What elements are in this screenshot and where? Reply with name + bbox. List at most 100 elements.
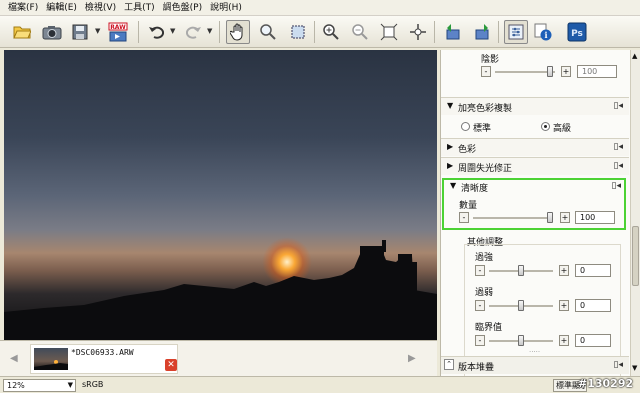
- shadow-minus-button[interactable]: -: [481, 66, 491, 77]
- overshoot-plus-button[interactable]: +: [559, 265, 569, 276]
- rotate-left-icon: [446, 24, 460, 40]
- scroll-down-icon[interactable]: ▼: [632, 364, 637, 372]
- city-skyline: [4, 240, 437, 340]
- thumbnail-item[interactable]: *DSC06933.ARW ✕: [30, 344, 178, 374]
- image-viewer[interactable]: [4, 50, 437, 340]
- amount-slider[interactable]: - +: [459, 212, 571, 224]
- amount-value-field[interactable]: 100: [575, 211, 615, 224]
- select-tool-button[interactable]: [286, 20, 310, 44]
- shadow-plus-button[interactable]: +: [561, 66, 571, 77]
- overshoot-minus-button[interactable]: -: [475, 265, 485, 276]
- zoom-out-button[interactable]: [348, 20, 372, 44]
- zoom-in-icon: [323, 24, 339, 40]
- save-dropdown-icon[interactable]: ▼: [95, 27, 101, 35]
- section-version-stack[interactable]: ⌃ 版本堆疊 ▯◂: [441, 356, 629, 374]
- zoom-in-button[interactable]: [319, 20, 343, 44]
- overshoot-slider[interactable]: - +: [475, 265, 575, 277]
- radio-standard[interactable]: [461, 122, 470, 131]
- move-icon: [410, 24, 426, 40]
- filmstrip-prev-icon[interactable]: ◀: [10, 353, 18, 364]
- post-id-watermark: #130292: [578, 377, 634, 390]
- threshold-plus-button[interactable]: +: [559, 335, 569, 346]
- svg-text:i: i: [544, 30, 547, 40]
- menu-view[interactable]: 檢視(V): [81, 0, 120, 16]
- shadow-slider[interactable]: - +: [481, 66, 573, 78]
- pin-icon[interactable]: ▯◂: [614, 360, 623, 370]
- redo-dropdown-icon[interactable]: ▼: [207, 27, 213, 35]
- filmstrip-next-icon[interactable]: ▶: [408, 353, 416, 364]
- amount-minus-button[interactable]: -: [459, 212, 469, 223]
- scroll-up-icon[interactable]: ▲: [632, 52, 637, 60]
- expand-icon: ▶: [447, 142, 454, 151]
- threshold-handle[interactable]: [518, 335, 524, 346]
- threshold-slider[interactable]: - +: [475, 335, 575, 347]
- rotate-right-button[interactable]: [470, 20, 494, 44]
- menu-palette[interactable]: 調色盤(P): [159, 0, 206, 16]
- pin-icon[interactable]: ▯◂: [614, 161, 623, 171]
- pin-icon[interactable]: ▯◂: [614, 101, 623, 111]
- adjust-button[interactable]: [504, 20, 528, 44]
- pin-icon[interactable]: ▯◂: [614, 142, 623, 152]
- undershoot-plus-button[interactable]: +: [559, 300, 569, 311]
- rotate-left-button[interactable]: [441, 20, 465, 44]
- info-button[interactable]: i: [531, 20, 555, 44]
- amount-track[interactable]: [473, 217, 553, 219]
- overshoot-label: 過強: [475, 253, 494, 263]
- raw-label: RAW: [110, 24, 126, 31]
- section-title: 加亮色彩複製: [458, 104, 513, 114]
- amount-handle[interactable]: [547, 212, 553, 223]
- zoom-select[interactable]: 12% ▼: [3, 379, 76, 392]
- move-button[interactable]: [406, 20, 430, 44]
- photoshop-icon: Ps: [567, 22, 587, 42]
- section-color[interactable]: ▶ 色彩 ▯◂: [441, 138, 629, 156]
- overshoot-handle[interactable]: [518, 265, 524, 276]
- scroll-thumb[interactable]: [632, 226, 639, 286]
- panel-scrollbar[interactable]: ▲ ▼: [630, 50, 640, 376]
- panel-resize-grip[interactable]: ·····: [529, 348, 540, 356]
- overshoot-value-field[interactable]: 0: [575, 264, 611, 277]
- undershoot-minus-button[interactable]: -: [475, 300, 485, 311]
- menu-help[interactable]: 說明(H): [206, 0, 246, 16]
- undershoot-handle[interactable]: [518, 300, 524, 311]
- undo-dropdown-icon[interactable]: ▼: [170, 27, 176, 35]
- shadow-track[interactable]: [495, 71, 555, 73]
- toolbar-separator: [138, 21, 139, 43]
- threshold-minus-button[interactable]: -: [475, 335, 485, 346]
- photoshop-button[interactable]: Ps: [565, 20, 589, 44]
- threshold-value-field[interactable]: 0: [575, 334, 611, 347]
- menu-file[interactable]: 檔案(F): [4, 0, 42, 16]
- amount-label: 數量: [459, 201, 478, 211]
- pin-icon[interactable]: ▯◂: [612, 181, 621, 191]
- section-vignetting[interactable]: ▶ 周圍失光修正 ▯◂: [441, 157, 629, 175]
- open-folder-button[interactable]: [10, 20, 34, 44]
- collapse-toggle-icon[interactable]: ⌃: [444, 359, 454, 370]
- radio-advanced[interactable]: [541, 122, 550, 131]
- save-button[interactable]: [68, 20, 92, 44]
- thumbnail-close-icon[interactable]: ✕: [165, 359, 177, 371]
- menu-edit[interactable]: 編輯(E): [42, 0, 81, 16]
- undershoot-value-field[interactable]: 0: [575, 299, 611, 312]
- undershoot-slider[interactable]: - +: [475, 300, 575, 312]
- hand-tool-icon: [230, 23, 243, 41]
- thumbnail-sun: [34, 360, 68, 370]
- redo-button[interactable]: [182, 20, 206, 44]
- hand-tool-button[interactable]: [226, 20, 250, 44]
- shadow-value-field[interactable]: 100: [577, 65, 617, 78]
- adjustment-panel: 陰影 - + 100 ▼ 加亮色彩複製 ▯◂ 標準 高級 ▶ 色彩 ▯◂ ▶ 周…: [440, 50, 630, 376]
- menu-tools[interactable]: 工具(T): [120, 0, 159, 16]
- undo-button[interactable]: [144, 20, 168, 44]
- raw-convert-button[interactable]: RAW: [106, 20, 130, 44]
- thumbnail-image[interactable]: [34, 348, 68, 370]
- chevron-down-icon[interactable]: ▼: [68, 380, 73, 391]
- amount-plus-button[interactable]: +: [560, 212, 570, 223]
- camera-button[interactable]: [40, 20, 64, 44]
- menubar: 檔案(F) 編輯(E) 檢視(V) 工具(T) 調色盤(P) 說明(H): [0, 0, 640, 16]
- section-sharpness[interactable]: ▼ 清晰度 ▯◂: [444, 178, 624, 196]
- zoom-tool-button[interactable]: [256, 20, 280, 44]
- adjust-icon: [508, 24, 524, 40]
- section-color-reproduction[interactable]: ▼ 加亮色彩複製 ▯◂: [441, 97, 629, 115]
- fit-window-button[interactable]: [377, 20, 401, 44]
- shadow-label: 陰影: [481, 55, 500, 65]
- shadow-handle[interactable]: [547, 66, 553, 77]
- toolbar-separator: [434, 21, 435, 43]
